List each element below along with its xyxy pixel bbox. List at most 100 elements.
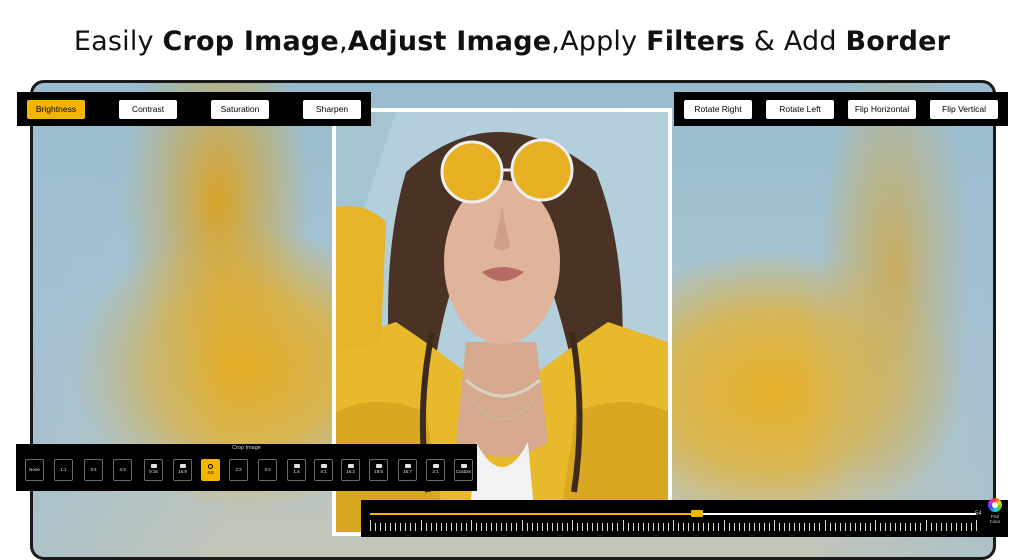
crop-ratio-16-2[interactable]: 16:2 — [341, 459, 360, 481]
ruler-tick — [880, 523, 882, 531]
contrast-button[interactable]: Contrast — [119, 99, 177, 119]
crop-ratio-4-3[interactable]: 4:3 — [113, 459, 132, 481]
ruler-tick — [930, 523, 932, 531]
crop-ratio-16-7[interactable]: 16:7 — [398, 459, 417, 481]
crop-ratio-label: 16:9 — [178, 469, 187, 474]
crop-ratio-3-4[interactable]: 3:4 — [84, 459, 103, 481]
ruler-tick — [976, 520, 977, 531]
ruler-tick — [839, 523, 841, 531]
pick-color-button[interactable]: Pick Color — [985, 498, 1005, 534]
crop-ratio-4-5[interactable]: 4:5 — [201, 459, 220, 481]
flip-vertical-button[interactable]: Flip Vertical — [930, 99, 998, 119]
adjust-slider-track[interactable] — [370, 510, 976, 517]
ruler-tick — [743, 523, 745, 531]
crop-ratio-1-1[interactable]: 1:1 — [54, 459, 73, 481]
ruler-tick — [587, 523, 589, 531]
ruler-tick — [577, 523, 579, 531]
crop-ratio-9-16[interactable]: 9:16 — [144, 459, 163, 481]
rotate-right-button[interactable]: Rotate Right — [684, 99, 752, 119]
headline-bold: Adjust Image — [347, 26, 552, 57]
ruler-tick — [733, 523, 735, 531]
ruler-tick — [854, 523, 856, 531]
sharpen-button[interactable]: Sharpen — [303, 99, 361, 119]
transform-toolbar: Rotate Right Rotate Left Flip Horizontal… — [674, 92, 1008, 126]
crop-ratio-19-5[interactable]: 19:5 — [369, 459, 388, 481]
color-wheel-icon — [988, 498, 1002, 512]
ruler-tick — [814, 523, 816, 531]
ruler-tick — [450, 523, 452, 531]
ruler-tick — [460, 523, 462, 531]
ruler-tick — [940, 523, 942, 531]
tiktok-icon — [150, 464, 157, 468]
ruler-tick — [683, 523, 685, 531]
crop-ratio-2-3[interactable]: 2:3 — [229, 459, 248, 481]
ruler-tick — [607, 523, 609, 531]
ruler-tick — [774, 520, 775, 531]
ruler-tick — [935, 523, 937, 531]
crop-ratio-1-4[interactable]: 1:4 — [287, 459, 306, 481]
ruler-tick — [582, 523, 584, 531]
headline-part: Easily — [73, 26, 163, 57]
facebook-icon — [320, 464, 327, 468]
crop-ratio-custom[interactable]: Custom — [454, 459, 473, 481]
headline: Easily Crop Image,Adjust Image,Apply Fil… — [0, 26, 1024, 57]
ruler-tick — [895, 523, 897, 531]
crop-ratio-label: 16:7 — [403, 469, 412, 474]
ruler-tick — [849, 523, 851, 531]
crop-ratio-2-1[interactable]: 2:1 — [426, 459, 445, 481]
crop-ratio-label: 4:5 — [207, 470, 214, 475]
youtube-icon — [179, 464, 186, 468]
crop-ratio-none[interactable]: None — [25, 459, 44, 481]
ruler-tick — [536, 523, 538, 531]
flip-horizontal-button[interactable]: Flip Horizontal — [848, 99, 916, 119]
ruler-tick — [763, 523, 765, 531]
ruler-tick — [753, 523, 755, 531]
ruler-tick — [380, 523, 382, 531]
ruler-tick — [521, 520, 523, 531]
ruler-tick — [390, 523, 392, 531]
pick-color-label: Pick Color — [989, 514, 1001, 524]
ruler-tick — [632, 523, 634, 531]
ruler-tick — [829, 523, 831, 531]
ruler-tick — [758, 523, 760, 531]
crop-panel: Crop Image None 1:1 3:4 4:3 9:16 16:9 4:5 2:3 3:… — [16, 444, 477, 491]
rotate-left-button[interactable]: Rotate Left — [766, 99, 834, 119]
ruler-tick — [642, 523, 644, 531]
ruler-tick — [556, 523, 558, 531]
crop-panel-title: Crop Image — [232, 445, 261, 451]
ruler-tick — [703, 523, 705, 531]
ruler-tick — [647, 523, 649, 531]
ruler-tick — [723, 520, 725, 531]
ruler-tick — [905, 523, 907, 531]
ruler-tick — [738, 523, 740, 531]
ruler-tick — [627, 523, 629, 531]
headline-part: ,Apply — [551, 26, 647, 57]
crop-ratio-label: Custom — [455, 469, 472, 474]
ruler-tick — [799, 523, 801, 531]
ruler-tick — [965, 523, 967, 531]
adjust-slider-thumb[interactable] — [691, 510, 704, 517]
saturation-button[interactable]: Saturation — [211, 99, 269, 119]
ruler-tick — [794, 523, 796, 531]
ruler-tick — [491, 523, 493, 531]
ruler-tick — [561, 523, 563, 531]
ruler-tick — [945, 523, 947, 531]
crop-ratio-16-9[interactable]: 16:9 — [173, 459, 192, 481]
ruler-tick — [955, 523, 957, 531]
crop-ratio-3-2[interactable]: 3:2 — [258, 459, 277, 481]
ruler-tick — [430, 523, 432, 531]
ruler-tick — [920, 523, 922, 531]
crop-ratio-label: 4:3 — [119, 467, 126, 472]
ruler-tick — [375, 523, 377, 531]
ruler-tick — [501, 523, 503, 531]
crop-ratio-label: 3:2 — [264, 467, 271, 472]
slider-ruler — [370, 520, 977, 532]
ruler-tick — [617, 523, 619, 531]
ruler-tick — [718, 523, 720, 531]
brightness-button[interactable]: Brightness — [27, 99, 85, 119]
ruler-tick — [910, 523, 912, 531]
crop-ratio-4-1[interactable]: 4:1 — [314, 459, 333, 481]
ruler-tick — [612, 523, 614, 531]
ruler-tick — [405, 523, 407, 531]
ruler-tick — [748, 523, 750, 531]
